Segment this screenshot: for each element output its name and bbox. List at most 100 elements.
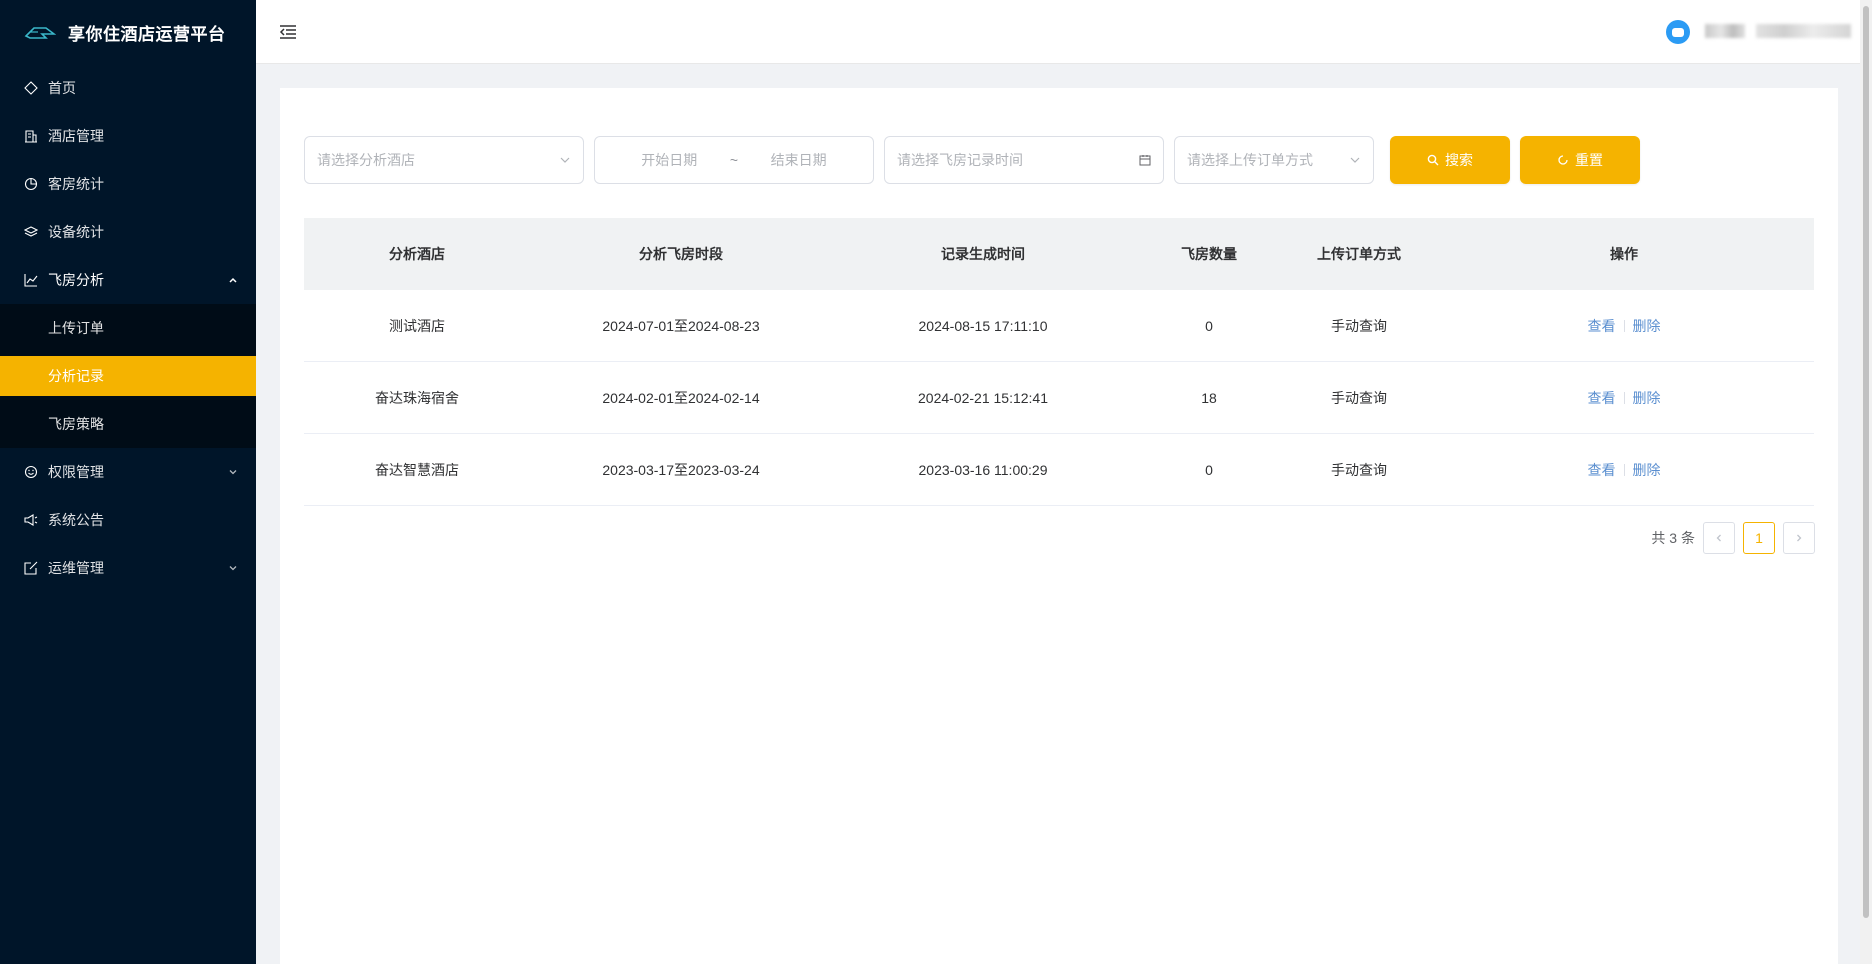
- scrollbar-thumb[interactable]: [1863, 6, 1869, 918]
- sidebar-item-label: 运维管理: [48, 560, 104, 576]
- line-chart-icon: [24, 273, 38, 287]
- sidebar-item-label: 系统公告: [48, 512, 104, 528]
- cell-method: 手动查询: [1331, 317, 1387, 334]
- cell-actions: 查看 删除: [1434, 316, 1814, 336]
- action-divider: [1623, 463, 1625, 476]
- sidebar-item-system-announcement[interactable]: 系统公告: [0, 496, 256, 544]
- record-time-placeholder: 请选择飞房记录时间: [897, 152, 1023, 168]
- sidebar-item-analysis-records[interactable]: 分析记录: [0, 356, 256, 396]
- hotel-select[interactable]: 请选择分析酒店: [304, 136, 584, 184]
- delete-link[interactable]: 删除: [1633, 316, 1661, 336]
- sidebar: 享你住酒店运营平台 首页 酒店管理 客房统计 设备统计 飞房分析 上传订单 分析…: [0, 0, 256, 964]
- range-separator: ~: [729, 152, 739, 168]
- hotel-select-placeholder: 请选择分析酒店: [317, 152, 415, 168]
- cell-actions: 查看 删除: [1434, 388, 1814, 408]
- filter-bar: 请选择分析酒店 开始日期 ~ 结束日期 请选择飞房记录时间 请选择上传订单方式 …: [304, 136, 1640, 184]
- header-hotel: 分析酒店: [389, 246, 445, 262]
- chevron-left-icon: [1716, 534, 1721, 542]
- action-divider: [1623, 319, 1625, 332]
- cell-hotel: 奋达珠海宿舍: [375, 389, 459, 406]
- sidebar-item-fly-room-analysis[interactable]: 飞房分析: [0, 256, 256, 304]
- sidebar-item-label: 权限管理: [48, 464, 104, 480]
- prev-page-button[interactable]: [1703, 522, 1735, 554]
- next-page-button[interactable]: [1783, 522, 1815, 554]
- sidebar-item-upload-orders[interactable]: 上传订单: [0, 304, 256, 352]
- sidebar-item-label: 上传订单: [48, 320, 104, 336]
- delete-link[interactable]: 删除: [1633, 388, 1661, 408]
- redacted-username: [1705, 24, 1745, 38]
- sidebar-item-home[interactable]: 首页: [0, 64, 256, 112]
- cell-hotel: 测试酒店: [389, 317, 445, 334]
- cell-period: 2024-02-01至2024-02-14: [602, 389, 760, 406]
- pagination-total: 共 3 条: [1651, 530, 1695, 546]
- sidebar-item-label: 首页: [48, 80, 76, 96]
- header-created: 记录生成时间: [941, 246, 1025, 262]
- cell-period: 2023-03-17至2023-03-24: [602, 461, 760, 478]
- record-time-picker[interactable]: 请选择飞房记录时间: [884, 136, 1164, 184]
- cell-count: 0: [1205, 461, 1213, 478]
- records-table: 分析酒店 分析飞房时段 记录生成时间 飞房数量 上传订单方式 操作 测试酒店 2…: [304, 218, 1814, 506]
- delete-link[interactable]: 删除: [1633, 460, 1661, 480]
- avatar[interactable]: [1666, 20, 1690, 44]
- header-period: 分析飞房时段: [639, 246, 723, 262]
- search-icon: [1427, 154, 1439, 166]
- sidebar-item-label: 飞房策略: [48, 416, 104, 432]
- search-button-label: 搜索: [1445, 152, 1473, 168]
- table-row: 奋达珠海宿舍 2024-02-01至2024-02-14 2024-02-21 …: [304, 362, 1814, 434]
- end-date-input[interactable]: 结束日期: [771, 150, 827, 170]
- content-card: 请选择分析酒店 开始日期 ~ 结束日期 请选择飞房记录时间 请选择上传订单方式 …: [280, 88, 1838, 964]
- cell-count: 18: [1201, 389, 1217, 406]
- cell-created: 2024-08-15 17:11:10: [918, 317, 1048, 334]
- cell-created: 2024-02-21 15:12:41: [918, 389, 1048, 406]
- announce-icon: [24, 513, 38, 527]
- chevron-down-icon: [229, 470, 237, 475]
- sidebar-item-permission-management[interactable]: 权限管理: [0, 448, 256, 496]
- view-link[interactable]: 查看: [1588, 460, 1616, 480]
- reset-button-label: 重置: [1575, 152, 1603, 168]
- chevron-down-icon: [229, 566, 237, 571]
- sidebar-item-label: 分析记录: [48, 368, 104, 384]
- header-method: 上传订单方式: [1317, 246, 1401, 262]
- layers-icon: [24, 225, 38, 239]
- chevron-right-icon: [1797, 534, 1802, 542]
- sidebar-item-label: 设备统计: [48, 224, 104, 240]
- sidebar-item-hotel-management[interactable]: 酒店管理: [0, 112, 256, 160]
- search-button[interactable]: 搜索: [1390, 136, 1510, 184]
- calendar-icon: [1139, 155, 1151, 166]
- menu-fold-icon[interactable]: [278, 22, 298, 42]
- page-number-button[interactable]: 1: [1743, 522, 1775, 554]
- chevron-down-icon: [560, 157, 570, 163]
- sidebar-item-room-stats[interactable]: 客房统计: [0, 160, 256, 208]
- smile-icon: [24, 465, 38, 479]
- chevron-down-icon: [1350, 157, 1360, 163]
- pagination: 共 3 条 1: [1651, 522, 1815, 554]
- sidebar-item-label: 客房统计: [48, 176, 104, 192]
- edit-icon: [24, 561, 38, 575]
- view-link[interactable]: 查看: [1588, 316, 1616, 336]
- sidebar-item-label: 酒店管理: [48, 128, 104, 144]
- reset-button[interactable]: 重置: [1520, 136, 1640, 184]
- header-count: 飞房数量: [1181, 246, 1237, 262]
- date-range-picker[interactable]: 开始日期 ~ 结束日期: [594, 136, 874, 184]
- sidebar-item-ops-management[interactable]: 运维管理: [0, 544, 256, 592]
- sidebar-item-label: 飞房分析: [48, 272, 104, 288]
- action-divider: [1623, 391, 1625, 404]
- start-date-input[interactable]: 开始日期: [641, 150, 697, 170]
- chevron-up-icon: [229, 277, 237, 283]
- pie-chart-icon: [24, 177, 38, 191]
- refresh-icon: [1558, 155, 1568, 165]
- table-row: 测试酒店 2024-07-01至2024-08-23 2024-08-15 17…: [304, 290, 1814, 362]
- sidebar-item-fly-room-strategy[interactable]: 飞房策略: [0, 400, 256, 448]
- page-scrollbar[interactable]: [1860, 0, 1872, 964]
- fly-room-submenu: 上传订单 分析记录 飞房策略: [0, 304, 256, 448]
- logo-mark-icon: [24, 27, 56, 39]
- upload-method-select[interactable]: 请选择上传订单方式: [1174, 136, 1374, 184]
- redacted-user-info: [1756, 24, 1851, 38]
- building-icon: [24, 129, 38, 143]
- sidebar-item-device-stats[interactable]: 设备统计: [0, 208, 256, 256]
- table-header: 分析酒店 分析飞房时段 记录生成时间 飞房数量 上传订单方式 操作: [304, 218, 1814, 290]
- app-title: 享你住酒店运营平台: [68, 24, 226, 44]
- upload-method-placeholder: 请选择上传订单方式: [1187, 152, 1313, 168]
- view-link[interactable]: 查看: [1588, 388, 1616, 408]
- table-row: 奋达智慧酒店 2023-03-17至2023-03-24 2023-03-16 …: [304, 434, 1814, 506]
